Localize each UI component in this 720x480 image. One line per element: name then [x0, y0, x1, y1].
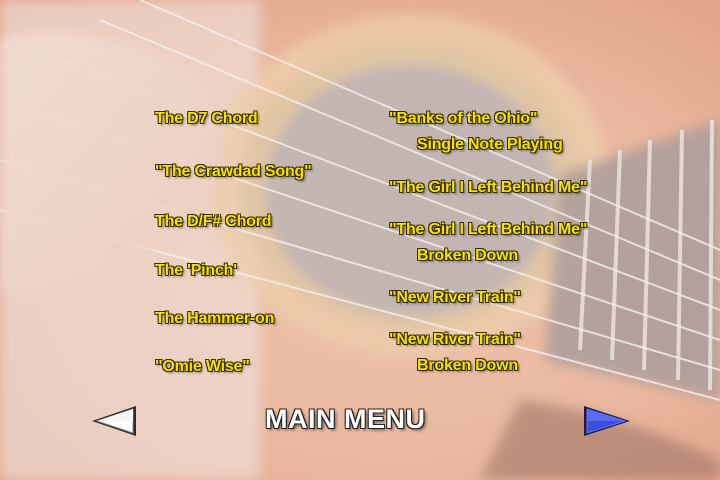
menu-item-subtitle: Broken Down — [417, 247, 518, 264]
menu-item-crawdad-song[interactable]: "The Crawdad Song" — [155, 163, 312, 181]
menu-item-d7-chord[interactable]: The D7 Chord — [155, 110, 258, 128]
menu-item-banks-of-the-ohio[interactable]: "Banks of the Ohio" Single Note Playing — [389, 110, 563, 154]
menu-item-subtitle: Single Note Playing — [417, 136, 563, 153]
menu-item-d-f-sharp-chord[interactable]: The D/F# Chord — [155, 213, 272, 231]
menu-item-omie-wise[interactable]: "Omie Wise" — [155, 358, 250, 376]
left-arrow-icon[interactable] — [88, 404, 140, 438]
main-menu-button[interactable]: MAIN MENU — [265, 404, 426, 435]
menu-item-girl-left-behind-me[interactable]: "The Girl I Left Behind Me" — [389, 179, 587, 197]
menu-item-new-river-train[interactable]: "New River Train" — [389, 289, 521, 307]
menu-item-title: "New River Train" — [389, 289, 521, 306]
menu-item-pinch[interactable]: The 'Pinch' — [155, 262, 237, 280]
right-arrow-icon[interactable] — [582, 404, 634, 438]
menu-item-girl-left-behind-me-broken-down[interactable]: "The Girl I Left Behind Me" Broken Down — [389, 221, 587, 265]
menu-item-title: "Banks of the Ohio" — [389, 110, 538, 127]
menu-item-new-river-train-broken-down[interactable]: "New River Train" Broken Down — [389, 331, 521, 375]
menu-item-title: "New River Train" — [389, 331, 521, 348]
menu-item-subtitle: Broken Down — [417, 357, 518, 374]
menu-item-title: "The Girl I Left Behind Me" — [389, 179, 588, 196]
menu-item-hammer-on[interactable]: The Hammer-on — [155, 310, 274, 328]
menu-item-title: "The Girl I Left Behind Me" — [389, 221, 588, 238]
